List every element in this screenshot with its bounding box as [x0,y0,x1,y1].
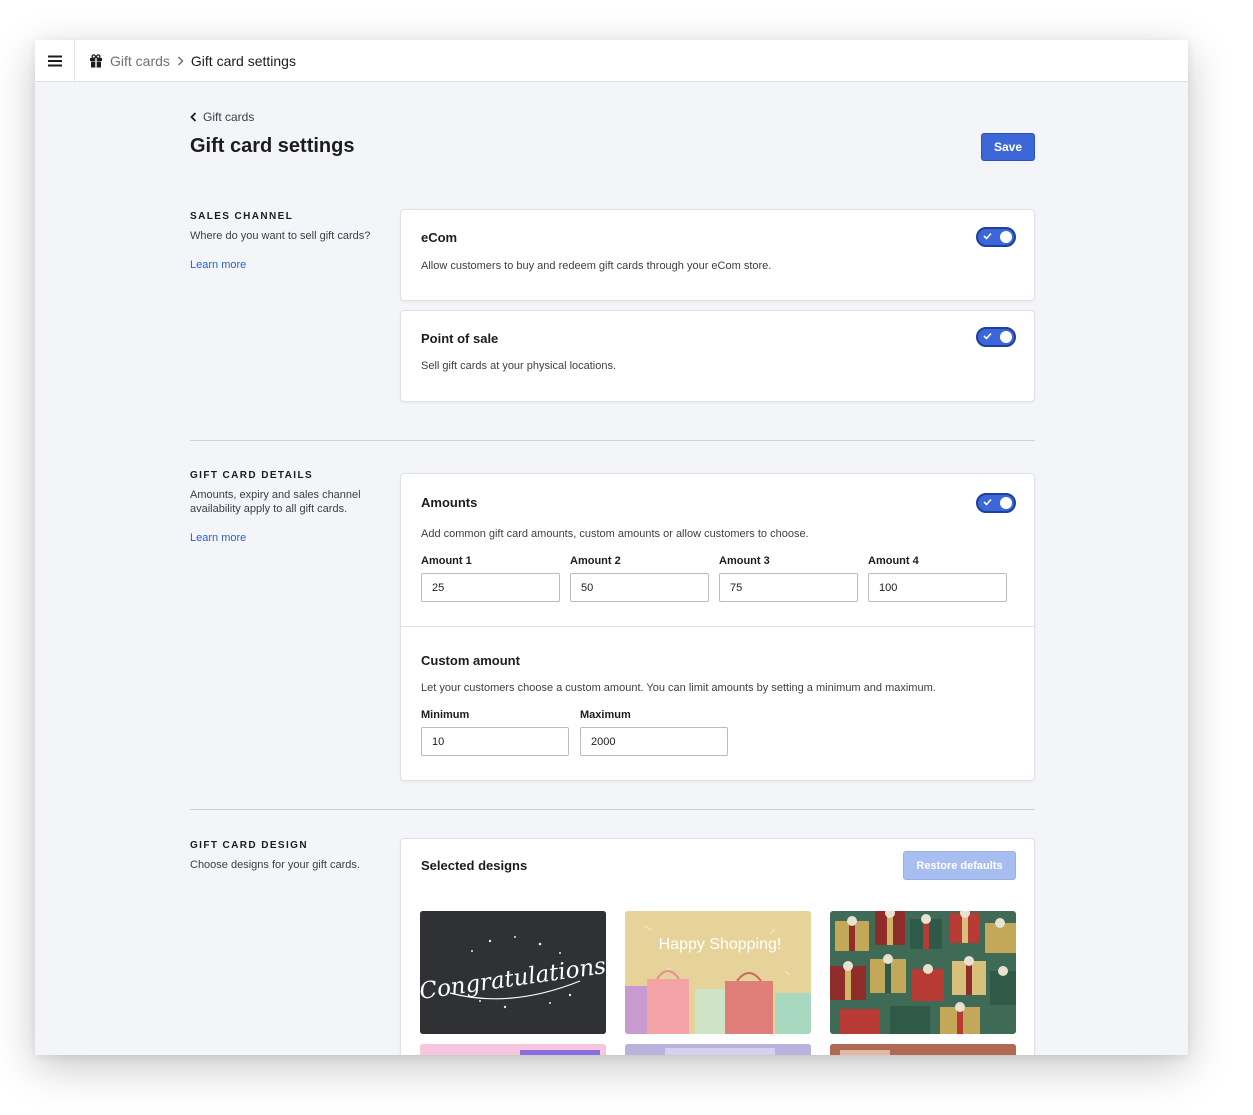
amount-3-input[interactable] [719,573,858,602]
custom-amount-title: Custom amount [421,653,520,668]
amount-2-input[interactable] [570,573,709,602]
check-icon [983,332,992,340]
sales-channel-learn-more-link[interactable]: Learn more [190,259,246,271]
design-thumb-gift-boxes[interactable] [830,911,1016,1034]
save-button[interactable]: Save [981,133,1035,161]
happy-shopping-art: Happy Shopping! [625,911,811,1034]
design-thumb-4-art [420,1044,606,1055]
section-divider [190,440,1035,441]
breadcrumb-current: Gift card settings [190,53,296,69]
minimum-label: Minimum [421,709,470,721]
pos-card: Point of sale Sell gift cards at your ph… [400,310,1035,402]
chevron-right-icon [177,56,184,66]
details-learn-more-link[interactable]: Learn more [190,532,246,544]
design-thumb-congratulations[interactable]: Congratulations [420,911,606,1034]
breadcrumb: Gift cards Gift card settings [89,40,296,82]
gift-boxes-art [830,911,1016,1034]
design-thumb-5-art [625,1044,811,1055]
pos-toggle[interactable] [976,327,1016,347]
amounts-description: Add common gift card amounts, custom amo… [421,528,809,540]
ecom-description: Allow customers to buy and redeem gift c… [421,260,772,272]
amounts-toggle[interactable] [976,493,1016,513]
toggle-knob [1000,497,1012,509]
page-title: Gift card settings [190,135,355,157]
amounts-card: Amounts Add common gift card amounts, cu… [400,473,1035,781]
amount-4-input[interactable] [868,573,1007,602]
amounts-title: Amounts [421,495,478,510]
pos-title: Point of sale [421,331,499,346]
amount-2-label: Amount 2 [570,555,621,567]
card-separator [401,626,1034,627]
check-icon [983,232,992,240]
restore-defaults-button[interactable]: Restore defaults [903,851,1016,880]
ecom-toggle[interactable] [976,227,1016,247]
custom-amount-description: Let your customers choose a custom amoun… [421,682,936,694]
breadcrumb-gift-cards[interactable]: Gift cards [110,53,170,69]
back-link-label: Gift cards [203,110,255,124]
back-link[interactable]: Gift cards [190,110,254,124]
design-heading: GIFT CARD DESIGN [190,840,308,851]
designs-card: Selected designs Restore defaults Congra… [400,838,1035,1055]
sales-channel-heading: SALES CHANNEL [190,211,294,222]
design-thumb-5[interactable] [625,1044,811,1055]
amount-4-label: Amount 4 [868,555,919,567]
app-window: Gift cards Gift card settings Gift cards… [35,40,1188,1055]
section-divider [190,809,1035,810]
maximum-label: Maximum [580,709,631,721]
design-thumb-6[interactable] [830,1044,1016,1055]
thumb-happy-shopping-text: Happy Shopping! [659,936,782,953]
sales-channel-description: Where do you want to sell gift cards? [190,230,371,242]
details-heading: GIFT CARD DETAILS [190,470,314,481]
congratulations-art: Congratulations [420,911,606,1034]
chevron-left-icon [190,112,197,122]
maximum-input[interactable] [580,727,728,756]
amount-3-label: Amount 3 [719,555,770,567]
ecom-card: eCom Allow customers to buy and redeem g… [400,209,1035,301]
toggle-knob [1000,331,1012,343]
design-description: Choose designs for your gift cards. [190,859,360,871]
amount-1-input[interactable] [421,573,560,602]
toggle-knob [1000,231,1012,243]
amount-1-label: Amount 1 [421,555,472,567]
hamburger-icon [47,55,62,67]
ecom-title: eCom [421,230,458,245]
gift-icon [90,54,102,68]
details-description: Amounts, expiry and sales channel availa… [190,489,361,515]
check-icon [983,498,992,506]
menu-button[interactable] [35,40,75,82]
design-thumb-happy-shopping[interactable]: Happy Shopping! [625,911,811,1034]
design-thumb-4[interactable] [420,1044,606,1055]
top-bar: Gift cards Gift card settings [35,40,1188,82]
pos-description: Sell gift cards at your physical locatio… [421,360,617,372]
minimum-input[interactable] [421,727,569,756]
design-thumb-6-art [830,1044,1016,1055]
selected-designs-title: Selected designs [421,858,528,873]
